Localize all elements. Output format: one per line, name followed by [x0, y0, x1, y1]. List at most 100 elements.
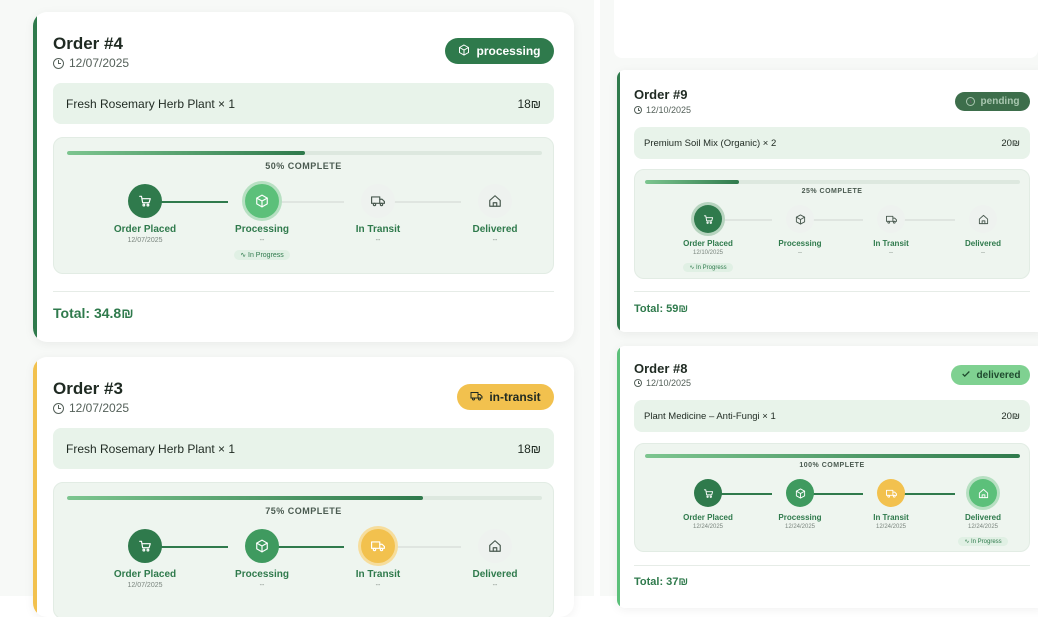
progress-bar-fill	[67, 151, 305, 155]
order-total: Total: 59₪	[634, 303, 689, 315]
progress-percent: 50% COMPLETE	[265, 161, 342, 171]
box-icon	[458, 43, 470, 59]
order-date: 12/10/2025	[634, 378, 691, 388]
order-title: Order #3	[53, 379, 123, 398]
order-date-text: 12/07/2025	[69, 401, 130, 415]
clock-icon	[634, 106, 642, 114]
order-date: 12/10/2025	[634, 105, 691, 115]
tracker-step-label: Delivered	[964, 239, 1002, 248]
order-card[interactable]: Order #9 12/10/2025 pending Premium Soil…	[617, 70, 1038, 332]
clock-icon	[53, 402, 64, 414]
in-progress-pill: ∿ In Progress	[958, 537, 1008, 546]
orders-column-left: Order #4 12/07/2025 processing Fresh Ros…	[0, 0, 594, 617]
cart-icon	[138, 539, 152, 553]
tracker-step-date: --	[492, 237, 498, 244]
tracker-step-label: Delivered	[472, 224, 518, 235]
status-badge: processing	[445, 38, 554, 64]
tracker-step-label: Order Placed	[113, 224, 177, 235]
check-icon	[961, 369, 971, 382]
item-price: 18₪	[517, 96, 541, 111]
home-icon	[488, 194, 502, 208]
tracker-step-date: --	[259, 582, 265, 589]
status-badge-text: pending	[980, 96, 1020, 107]
tracker-step-circle	[478, 529, 512, 563]
clock-icon	[634, 379, 642, 387]
tracker-step-circle	[969, 479, 997, 507]
tracker-step-circle	[478, 184, 512, 218]
order-item-row: Fresh Rosemary Herb Plant × 1 18₪	[53, 428, 554, 469]
truck-icon	[371, 539, 385, 553]
status-accent-bar	[33, 357, 37, 617]
clock-icon	[965, 97, 975, 106]
tracker-step-circle	[128, 184, 162, 218]
order-card[interactable]: Order #4 12/07/2025 processing Fresh Ros…	[33, 12, 574, 342]
tracker-step: Processing -- ∿ In Progress	[207, 184, 317, 262]
status-badge-text: in-transit	[489, 390, 541, 404]
order-card[interactable]: Order #3 12/07/2025 in-transit Fresh Ros…	[33, 357, 574, 617]
truck-icon	[885, 488, 897, 499]
progress-bar	[645, 180, 1020, 184]
status-accent-bar	[617, 346, 620, 608]
tracker-step-circle	[877, 205, 905, 233]
truck-icon	[470, 390, 483, 405]
box-icon	[255, 539, 269, 553]
order-item-row: Plant Medicine – Anti-Fungi × 1 20₪	[634, 400, 1030, 432]
top-spacer-card	[614, 0, 1038, 58]
item-price: 18₪	[517, 441, 541, 456]
status-accent-bar	[33, 12, 37, 342]
tracker-step-label: Order Placed	[113, 569, 177, 580]
divider	[634, 565, 1030, 566]
tracker-step: Processing --	[207, 529, 317, 589]
tracker-step-circle	[694, 205, 722, 233]
order-date-text: 12/10/2025	[646, 105, 692, 115]
item-name: Premium Soil Mix (Organic) × 2	[644, 137, 777, 149]
progress-percent: 100% COMPLETE	[799, 462, 865, 469]
in-progress-pill: ∿ In Progress	[683, 263, 733, 272]
status-badge: pending	[955, 92, 1030, 111]
status-badge: delivered	[951, 365, 1030, 385]
tracker-step-circle	[786, 479, 814, 507]
cart-icon	[703, 214, 714, 225]
order-date: 12/07/2025	[53, 56, 129, 70]
tracker-step: Order Placed 12/07/2025	[90, 184, 200, 244]
item-name: Fresh Rosemary Herb Plant × 1	[66, 441, 236, 456]
order-card[interactable]: Order #8 12/10/2025 delivered Plant Medi…	[617, 346, 1038, 608]
tracker-step-circle	[128, 529, 162, 563]
progress-bar-fill	[67, 496, 424, 500]
home-icon	[978, 488, 989, 499]
tracker-step: In Transit --	[323, 529, 433, 589]
tracker-step-circle	[877, 479, 905, 507]
truck-icon	[371, 194, 385, 208]
tracker-step: Delivered --	[440, 529, 550, 589]
home-icon	[488, 539, 502, 553]
status-badge-text: delivered	[976, 369, 1021, 381]
tracker-step-label: Processing	[235, 569, 289, 580]
tracker-step: Delivered --	[928, 205, 1038, 256]
in-progress-pill: ∿ In Progress	[234, 250, 290, 260]
box-icon	[795, 487, 806, 499]
order-total: Total: 37₪	[634, 576, 689, 588]
tracker-step-label: Processing	[235, 224, 289, 235]
order-date-text: 12/10/2025	[646, 378, 692, 388]
tracker-step: In Transit --	[323, 184, 433, 244]
tracker-step-circle	[361, 184, 395, 218]
tracker-step-date: --	[492, 582, 498, 589]
box-icon	[255, 194, 269, 208]
tracker-step: Order Placed 12/07/2025	[90, 529, 200, 589]
item-name: Fresh Rosemary Herb Plant × 1	[66, 96, 236, 111]
tracker-step-date: --	[259, 237, 265, 244]
tracker-step-date: --	[375, 582, 381, 589]
tracker-step-circle	[245, 184, 279, 218]
progress-bar	[67, 151, 542, 155]
tracker-step: Delivered --	[440, 184, 550, 244]
progress-bar	[67, 496, 542, 500]
tracker-step-date: --	[375, 237, 381, 244]
item-name: Plant Medicine – Anti-Fungi × 1	[644, 410, 776, 422]
status-badge-text: processing	[476, 44, 541, 58]
item-price: 20₪	[1001, 137, 1020, 149]
clock-icon	[53, 57, 64, 69]
divider	[634, 291, 1030, 292]
tracker-step-date: 12/07/2025	[127, 582, 163, 589]
order-item-row: Fresh Rosemary Herb Plant × 1 18₪	[53, 83, 554, 124]
progress-percent: 25% COMPLETE	[801, 188, 863, 195]
